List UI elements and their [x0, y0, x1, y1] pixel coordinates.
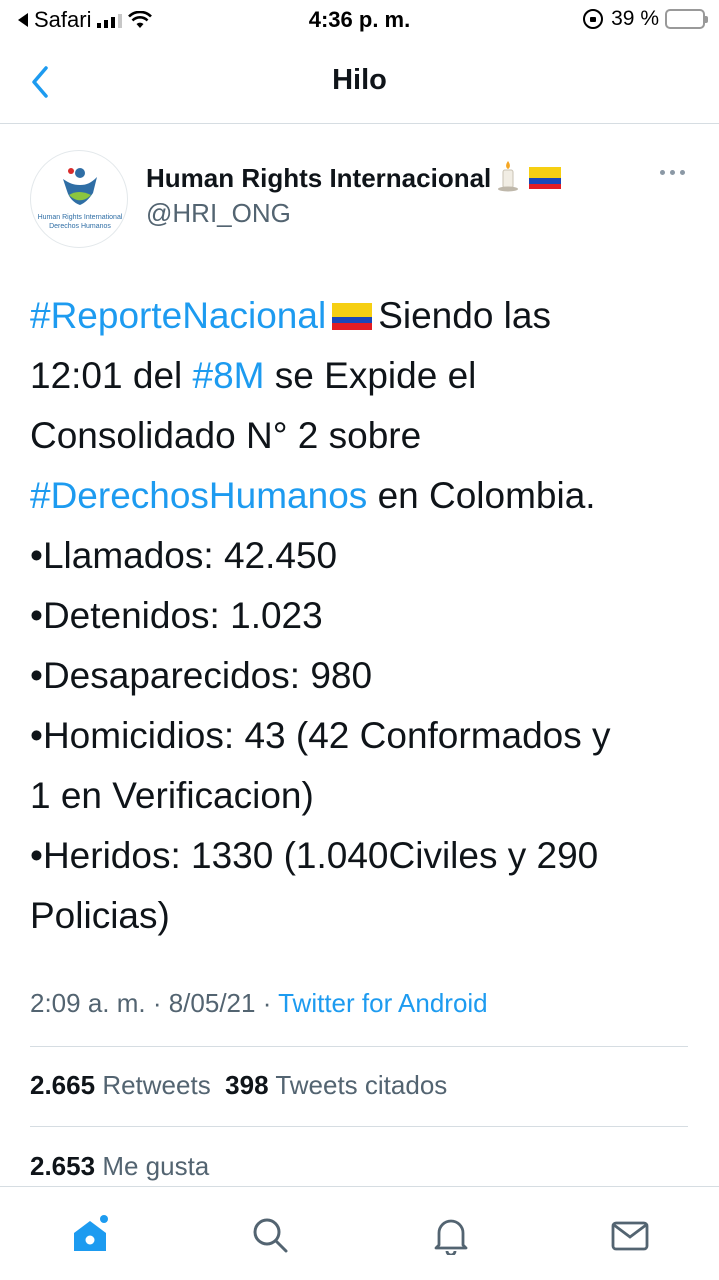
colombia-flag-icon: [529, 167, 562, 189]
author-name-text: Human Rights Internacional: [146, 162, 492, 193]
tweet-line: •Homicidios: 43 (42 Conformados y: [30, 715, 611, 756]
search-icon[interactable]: [250, 1215, 290, 1255]
retweets-label: Retweets: [102, 1070, 211, 1100]
tweet-line: •Heridos: 1330 (1.040Civiles y 290: [30, 835, 599, 876]
avatar-caption: Human Rights International Derechos Huma…: [31, 213, 127, 231]
divider: [30, 1126, 688, 1127]
tweet-line: #DerechosHumanos en Colombia.: [30, 466, 690, 526]
quotes-count: 398: [225, 1070, 269, 1100]
tweet-line: •Desaparecidos: 980: [30, 655, 373, 696]
tweet-text-segment: 12:01 del: [30, 355, 193, 396]
tweet-text: #ReporteNacional Siendo las 12:01 del #8M…: [30, 286, 690, 946]
page-title: Hilo: [332, 64, 387, 96]
hri-logo-icon: [63, 168, 97, 205]
battery-percent: 39 %: [611, 7, 659, 30]
retweets-stat[interactable]: 2.665 Retweets: [30, 1070, 211, 1100]
colombia-flag-icon: [332, 303, 373, 330]
tweet-text-segment: Siendo las: [378, 295, 551, 336]
tweet-line: Consolidado N° 2 sobre: [30, 415, 422, 456]
status-right: 39 %: [583, 7, 708, 31]
author-handle[interactable]: @HRI_ONG: [146, 198, 291, 229]
retweets-count: 2.665: [30, 1070, 96, 1100]
hashtag-derechos-humanos[interactable]: #DerechosHumanos: [30, 475, 367, 516]
candle-emoji-icon: [498, 161, 519, 192]
tweet-line: #ReporteNacional Siendo las: [30, 286, 690, 346]
more-options-button[interactable]: [660, 170, 685, 175]
author-name[interactable]: Human Rights Internacional: [146, 161, 562, 194]
orientation-lock-icon: [583, 9, 604, 29]
home-icon[interactable]: [70, 1215, 110, 1255]
tweet-line: •Llamados: 42.450: [30, 535, 338, 576]
likes-label: Me gusta: [102, 1151, 210, 1181]
tweet-meta: 2:09 a. m. · 8/05/21 · Twitter for Andro…: [30, 988, 488, 1019]
hashtag-reporte-nacional[interactable]: #ReporteNacional: [30, 295, 326, 336]
status-bar: Safari 4:36 p. m. 39 %: [0, 0, 719, 40]
avatar-caption-line2: Derechos Humanos: [49, 223, 111, 230]
tweet-timestamp: 2:09 a. m. · 8/05/21 ·: [30, 988, 279, 1018]
tweet-line: •Detenidos: 1.023: [30, 595, 323, 636]
likes-stat[interactable]: 2.653 Me gusta: [30, 1151, 209, 1181]
engagement-stats: 2.665 Retweets 398 Tweets citados: [30, 1070, 447, 1101]
thread-header: Hilo: [0, 40, 719, 124]
divider: [30, 1046, 688, 1047]
tweet-text-segment: en Colombia.: [367, 475, 596, 516]
bottom-tab-bar: [0, 1186, 719, 1280]
tweet-line: 1 en Verificacion): [30, 775, 314, 816]
avatar[interactable]: Human Rights International Derechos Huma…: [30, 150, 128, 248]
avatar-caption-line1: Human Rights International: [37, 214, 123, 221]
tweet-source-link[interactable]: Twitter for Android: [278, 988, 488, 1018]
likes-stats: 2.653 Me gusta: [30, 1151, 209, 1182]
battery-icon: [665, 9, 708, 29]
hashtag-8m[interactable]: #8M: [193, 355, 265, 396]
likes-count: 2.653: [30, 1151, 96, 1181]
quotes-label: Tweets citados: [275, 1070, 448, 1100]
quote-tweets-stat[interactable]: 398 Tweets citados: [225, 1070, 447, 1100]
tweet-line: 12:01 del #8M se Expide el: [30, 346, 690, 406]
tweet-line: Policias): [30, 895, 170, 936]
tweet-text-segment: se Expide el: [264, 355, 477, 396]
messages-icon[interactable]: [610, 1215, 650, 1255]
notifications-icon[interactable]: [431, 1215, 471, 1255]
